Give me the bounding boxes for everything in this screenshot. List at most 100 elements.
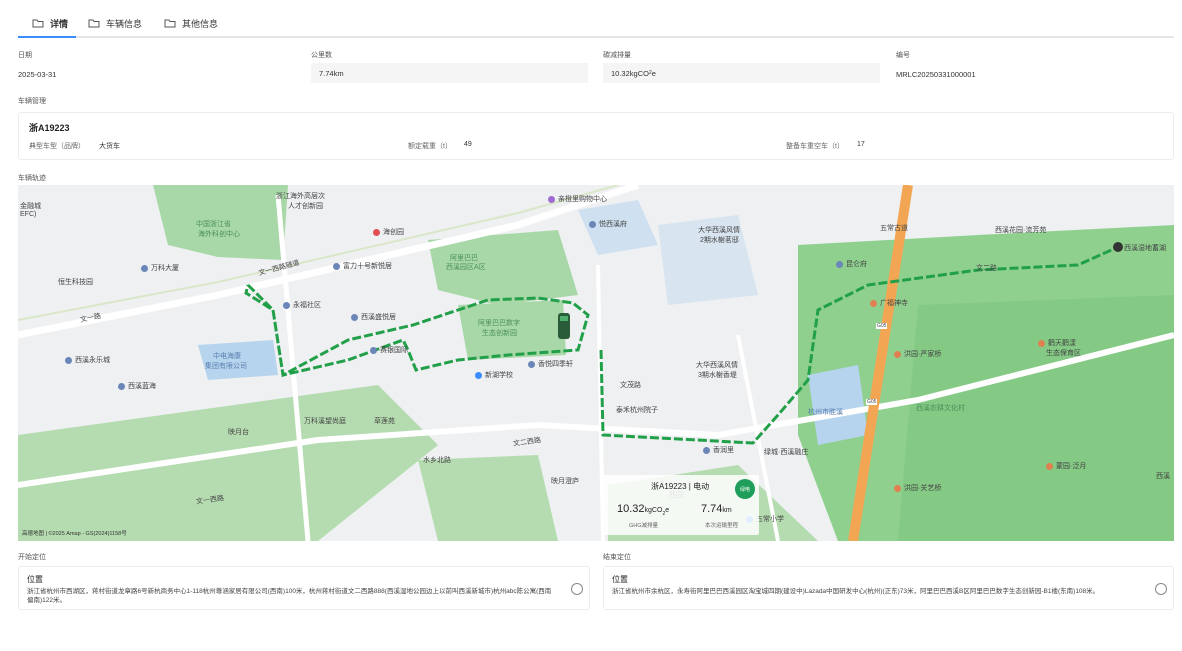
carbon-text: 10.32kgCO — [611, 68, 649, 78]
tab-label: 车辆信息 — [106, 18, 143, 29]
poi-pin-icon — [836, 260, 843, 268]
map-label-text: 万科大厦 — [151, 265, 179, 272]
map-label: 西溪 — [1156, 473, 1170, 480]
map-label: 昆仑府 — [836, 259, 867, 269]
poi-pin-icon — [118, 382, 125, 390]
start-location-label: 开始定位 — [18, 554, 46, 561]
map-label: 3期水榭香堤 — [698, 372, 737, 379]
track-section-label: 车辆轨迹 — [18, 175, 46, 182]
mileage-value: 7.74km — [311, 63, 588, 83]
map-label-text: 富力十号新悦居 — [343, 263, 392, 270]
locate-icon[interactable] — [1155, 583, 1167, 595]
mileage-label: 公里数 — [311, 52, 332, 59]
map-label: 海创园 — [373, 227, 404, 237]
map-label: 万科溪望尚庭 — [304, 418, 346, 425]
mileage-text: 7.74km — [319, 68, 344, 78]
popup-distance-value: 7.74km — [701, 503, 732, 515]
map-label-text: 洪园·关艺桥 — [904, 485, 942, 492]
vehicle-section-label: 车辆管理 — [18, 98, 46, 105]
map-label: 大华西溪风情 — [698, 227, 740, 234]
poi-pin-icon — [65, 356, 72, 364]
tab-other-info[interactable]: 其他信息 — [164, 8, 218, 38]
end-location-title: 位置 — [612, 575, 628, 584]
carbon-end: e — [651, 68, 656, 78]
map-label: 人才创新园 — [288, 203, 323, 210]
map-label: 西溪园区A区 — [446, 264, 486, 271]
map-label: 西溪盛悦居 — [351, 312, 396, 322]
map-label: 泰禾杭州院子 — [616, 407, 658, 414]
start-location-card: 位置 浙江省杭州市西湖区，蒋村街道龙章路6号新杭商务中心1-118杭州尊涵家居有… — [18, 566, 590, 610]
map-label: 金融城 — [20, 203, 41, 210]
map-label: 富力十号新悦居 — [333, 261, 392, 271]
highway-label: G05 — [876, 323, 888, 329]
map-label-text: 香悦四季轩 — [538, 361, 573, 368]
folder-icon — [164, 19, 176, 28]
map-label: 草莲苑 — [374, 418, 395, 425]
map-label: 香润里 — [703, 445, 734, 455]
start-location-title: 位置 — [27, 575, 43, 584]
end-location-text: 浙江省杭州市余杭区，永寿街阿里巴巴西溪园区淘宝城四期(建设中)Lazada中国研… — [612, 588, 1100, 595]
map-label: 洪园·严家桥 — [894, 349, 941, 359]
map-label-text: 赛银国际 — [380, 347, 408, 354]
date-label: 日期 — [18, 52, 32, 59]
vehicle-empty-label: 整备车重空车（t） — [786, 143, 844, 150]
map-label: 亲橙里购物中心 — [548, 194, 607, 204]
vehicle-load-label: 额定载重（t） — [408, 143, 452, 150]
popup-ghg-caption: GHG减排量 — [629, 523, 659, 529]
map-canvas — [18, 185, 1174, 541]
map-label-text: 香润里 — [713, 447, 734, 454]
distance-unit: km — [722, 507, 732, 514]
map-label: 文茂路 — [620, 382, 641, 389]
map-label: 西溪永乐城 — [65, 355, 110, 365]
map-label: EFC) — [20, 211, 37, 218]
map-label: 洪园·关艺桥 — [894, 483, 941, 493]
map-label: 阿里巴巴数字 — [478, 320, 520, 327]
start-location-text: 浙江省杭州市西湖区，蒋村街道龙章路6号新杭商务中心1-118杭州尊涵家居有限公司… — [27, 588, 552, 604]
map-label: 五常古道 — [880, 225, 908, 232]
map-label-text: 西溪蓝海 — [128, 383, 156, 390]
carbon-value: 10.32kgCO 2 e — [603, 63, 880, 83]
distance-number: 7.74 — [701, 503, 723, 515]
vehicle-plate: 浙A19223 — [29, 123, 70, 133]
highway-label: G05 — [866, 399, 878, 405]
map-label-text: 洪园·严家桥 — [904, 351, 942, 358]
locate-icon[interactable] — [571, 583, 583, 595]
popup-ghg-value: 10.32kgCO2e — [617, 503, 669, 517]
carbon-label: 碳减排量 — [603, 52, 631, 59]
shopping-icon — [548, 195, 555, 203]
map-label-text: 亲橙里购物中心 — [558, 196, 607, 203]
map-label: 大华西溪风情 — [696, 362, 738, 369]
map-label-text: 西溪盛悦居 — [361, 314, 396, 321]
popup-title: 浙A19223 | 电动 — [651, 482, 710, 491]
route-map[interactable]: 金融城 EFC) 浙江海外高层次 人才创新园 中国浙江省 海外科创中心 万科大厦… — [18, 185, 1174, 541]
folder-icon — [32, 19, 44, 28]
map-label: 广福神寺 — [870, 298, 908, 308]
map-label: 映月澄庐 — [551, 478, 579, 485]
tab-details[interactable]: 详情 — [32, 8, 68, 38]
road-label: 文二路 — [976, 265, 997, 272]
map-label: 中电海康 — [213, 353, 241, 360]
popup-distance-caption: 本次运输里程 — [705, 523, 739, 529]
map-label: 香悦四季轩 — [528, 359, 573, 369]
ghg-unit-end: e — [665, 507, 670, 514]
map-label: 悦西溪府 — [589, 219, 627, 229]
vehicle-load-value: 49 — [464, 141, 472, 148]
poi-pin-icon — [589, 220, 596, 228]
map-label-text: 海创园 — [383, 229, 404, 236]
map-label: 西溪农耕文化村 — [916, 405, 965, 412]
map-label: 浙江海外高层次 — [276, 193, 325, 200]
poi-pin-icon — [333, 262, 340, 270]
vehicle-card: 浙A19223 典型车型（品牌） 大货车 额定载重（t） 49 整备车重空车（t… — [18, 112, 1174, 160]
ghg-unit: kgCO — [644, 507, 663, 514]
map-label: 集团有限公司 — [205, 363, 247, 370]
map-label: 鹳天鹳漾 — [1038, 338, 1076, 348]
tab-vehicle-info[interactable]: 车辆信息 — [88, 8, 142, 38]
map-label: 西溪湿地蓄湖 — [1124, 245, 1166, 252]
map-label: 赛银国际 — [370, 345, 408, 355]
map-label: 永福社区 — [283, 300, 321, 310]
map-label: 生态创新园 — [482, 330, 517, 337]
map-label-text: 五常小学 — [756, 516, 784, 523]
folder-icon — [88, 19, 100, 28]
active-tab-indicator — [18, 36, 76, 38]
code-label: 编号 — [896, 52, 910, 59]
